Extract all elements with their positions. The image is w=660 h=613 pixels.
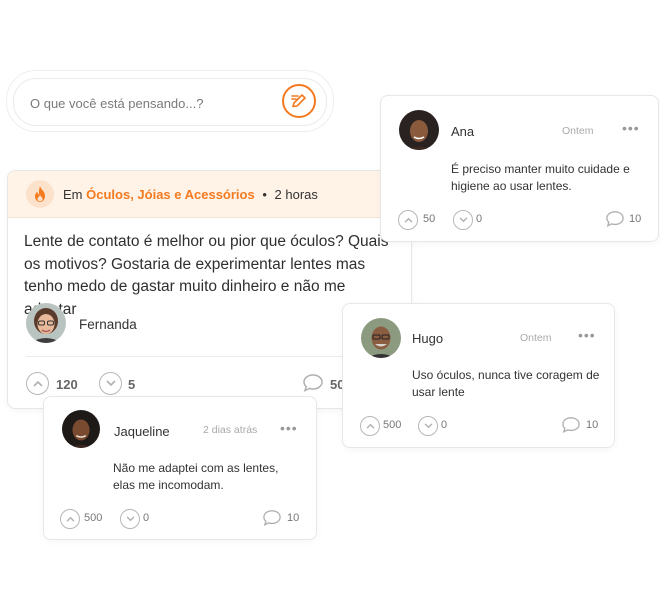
commenter-name[interactable]: Ana xyxy=(451,124,474,139)
comment-text: Não me adaptei com as lentes, elas me in… xyxy=(113,461,279,492)
post-author-name[interactable]: Fernanda xyxy=(79,317,137,332)
downvote-count: 5 xyxy=(128,377,136,392)
chevron-down-icon xyxy=(424,423,432,429)
comment-time: 2 dias atrás xyxy=(203,424,258,436)
upvote-count: 500 xyxy=(383,419,402,431)
post-input[interactable] xyxy=(30,94,260,112)
upvote-count: 500 xyxy=(84,512,103,524)
downvote-button[interactable] xyxy=(120,509,140,529)
avatar[interactable] xyxy=(361,318,401,358)
post-meta: Em Óculos, Jóias e Acessórios • 2 horas xyxy=(63,187,318,202)
comment-time: Ontem xyxy=(562,125,594,137)
avatar[interactable] xyxy=(399,110,439,150)
upvote-button[interactable] xyxy=(360,416,380,436)
comment-icon[interactable] xyxy=(605,210,625,228)
downvote-count: 0 xyxy=(143,512,150,524)
reply-count: 10 xyxy=(586,419,599,431)
upvote-count: 50 xyxy=(423,213,436,225)
downvote-count: 0 xyxy=(441,419,448,431)
commenter-name[interactable]: Jaqueline xyxy=(114,424,170,439)
upvote-button[interactable] xyxy=(398,210,418,230)
comment-icon[interactable] xyxy=(302,373,324,393)
comment-card: Jaqueline 2 dias atrás ••• Não me adapte… xyxy=(43,396,317,540)
avatar[interactable] xyxy=(62,410,100,448)
commenter-name[interactable]: Hugo xyxy=(412,331,443,346)
comment-time: Ontem xyxy=(520,332,552,344)
flame-icon xyxy=(35,186,45,202)
post-time: 2 horas xyxy=(274,187,318,202)
reply-count: 10 xyxy=(629,213,642,225)
downvote-count: 0 xyxy=(476,213,483,225)
pencil-icon xyxy=(291,94,306,108)
comment-text: É preciso manter muito cuidade e higiene… xyxy=(451,162,630,193)
comment-text: Uso óculos, nunca tive coragem de usar l… xyxy=(412,368,600,399)
comment-card: Ana Ontem ••• É preciso manter muito cui… xyxy=(380,95,659,242)
chevron-down-icon xyxy=(126,516,134,522)
comment-card: Hugo Ontem ••• Uso óculos, nunca tive co… xyxy=(342,303,615,448)
upvote-button[interactable] xyxy=(26,372,49,395)
chevron-down-icon xyxy=(105,380,116,387)
category-badge xyxy=(26,180,54,208)
chevron-up-icon xyxy=(404,217,412,223)
chevron-up-icon xyxy=(66,516,74,522)
reply-count: 10 xyxy=(287,512,300,524)
post-header: Em Óculos, Jóias e Acessórios • 2 horas xyxy=(8,171,411,218)
chevron-down-icon xyxy=(459,217,467,223)
chevron-up-icon xyxy=(32,380,43,387)
avatar[interactable] xyxy=(26,303,66,343)
downvote-button[interactable] xyxy=(453,210,473,230)
more-options-button[interactable]: ••• xyxy=(622,120,640,136)
upvote-button[interactable] xyxy=(60,509,80,529)
chevron-up-icon xyxy=(366,423,374,429)
more-options-button[interactable]: ••• xyxy=(280,420,298,436)
comment-icon[interactable] xyxy=(262,509,282,527)
write-post-button[interactable] xyxy=(282,84,316,118)
downvote-button[interactable] xyxy=(418,416,438,436)
more-options-button[interactable]: ••• xyxy=(578,327,596,343)
upvote-count: 120 xyxy=(56,377,78,392)
category-link[interactable]: Óculos, Jóias e Acessórios xyxy=(86,187,255,202)
category-prefix: Em xyxy=(63,187,83,202)
downvote-button[interactable] xyxy=(99,372,122,395)
comment-icon[interactable] xyxy=(561,416,581,434)
meta-separator: • xyxy=(262,187,267,202)
